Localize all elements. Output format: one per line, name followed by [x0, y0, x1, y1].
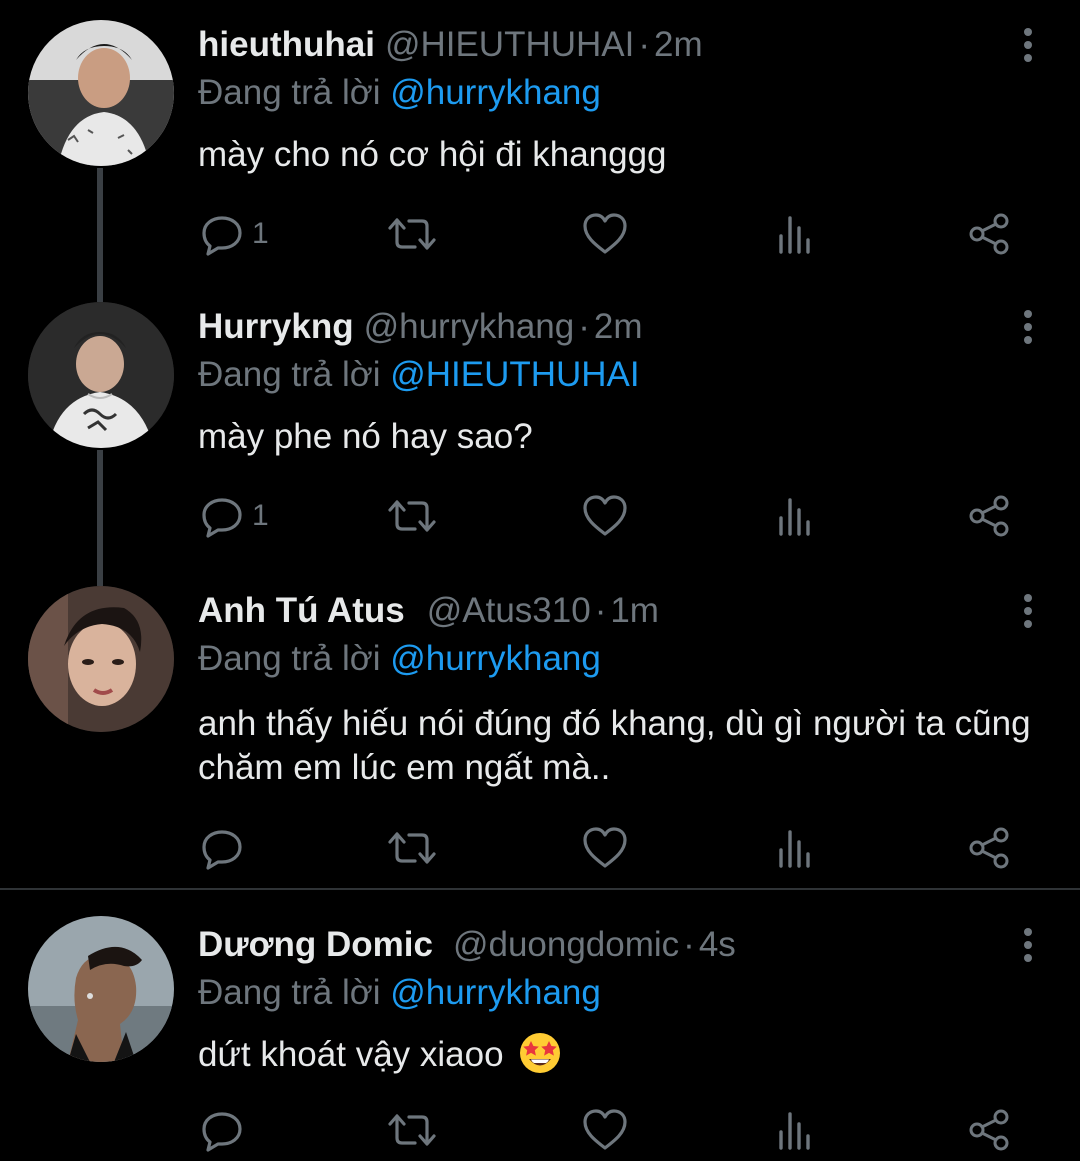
mention-link[interactable]: @hurrykhang	[390, 73, 601, 112]
views-button[interactable]	[777, 824, 817, 872]
share-icon	[969, 213, 1009, 255]
more-options-icon[interactable]	[1016, 928, 1040, 962]
tweet-text-container: dứt khoát vậy xiaoo	[198, 1032, 1038, 1078]
reply-button[interactable]: 1	[200, 492, 269, 540]
retweet-button[interactable]	[387, 210, 437, 258]
timestamp[interactable]: 1m	[610, 591, 659, 630]
more-options-icon[interactable]	[1016, 28, 1040, 62]
display-name[interactable]: Anh Tú Atus	[198, 591, 405, 630]
like-button[interactable]	[582, 824, 628, 872]
views-button[interactable]	[777, 210, 817, 258]
section-divider	[0, 888, 1080, 890]
replying-to-label: Đang trả lời	[198, 355, 381, 394]
tweet-header: Hurrykng @hurrykhang · 2m	[198, 304, 643, 350]
display-name[interactable]: Dương Domic	[198, 925, 433, 964]
reply-icon	[202, 830, 242, 870]
views-button[interactable]	[777, 492, 817, 540]
tweet-header: Dương Domic @duongdomic · 4s	[198, 922, 736, 968]
timestamp[interactable]: 2m	[654, 25, 703, 64]
tweet-actions: 1	[0, 492, 1080, 540]
replying-to-label: Đang trả lời	[198, 973, 381, 1012]
avatar[interactable]	[28, 586, 174, 732]
tweet[interactable]: Dương Domic @duongdomic · 4s Đang trả lời @…	[0, 900, 1080, 1161]
reply-count: 1	[252, 217, 269, 250]
share-button[interactable]	[967, 824, 1011, 872]
retweet-icon	[388, 1114, 436, 1146]
views-icon	[779, 1112, 810, 1150]
user-handle[interactable]: @HIEUTHUHAI	[385, 25, 634, 64]
reply-icon	[202, 1112, 242, 1152]
reply-icon	[202, 498, 242, 538]
tweet[interactable]: hieuthuhai @HIEUTHUHAI · 2m Đang trả lời @h…	[0, 0, 1080, 282]
tweet-text: dứt khoát vậy xiaoo	[198, 1035, 504, 1074]
views-icon	[779, 498, 810, 536]
replying-to: Đang trả lời @hurrykhang	[198, 970, 601, 1016]
share-icon	[969, 1109, 1009, 1151]
timestamp[interactable]: 4s	[699, 925, 736, 964]
tweet[interactable]: Hurrykng @hurrykhang · 2m Đang trả lời @HIE…	[0, 282, 1080, 566]
retweet-icon	[388, 218, 436, 250]
more-options-icon[interactable]	[1016, 310, 1040, 344]
separator: ·	[594, 591, 607, 630]
mention-link[interactable]: @HIEUTHUHAI	[390, 355, 639, 394]
avatar[interactable]	[28, 20, 174, 166]
like-icon	[583, 213, 627, 254]
replying-to: Đang trả lời @hurrykhang	[198, 70, 601, 116]
display-name[interactable]: Hurrykng	[198, 307, 354, 346]
replying-to-label: Đang trả lời	[198, 73, 381, 112]
star-struck-emoji	[520, 1033, 561, 1073]
tweet-actions: 1	[0, 210, 1080, 258]
tweet-text: mày cho nó cơ hội đi khanggg	[198, 135, 667, 174]
user-handle[interactable]: @duongdomic	[453, 925, 679, 964]
like-icon	[583, 1109, 627, 1150]
share-icon	[969, 827, 1009, 869]
separator: ·	[578, 307, 590, 346]
tweet-actions	[0, 824, 1080, 872]
views-icon	[779, 216, 810, 254]
retweet-icon	[388, 500, 436, 532]
separator: ·	[683, 925, 695, 964]
display-name[interactable]: hieuthuhai	[198, 25, 375, 64]
share-button[interactable]	[967, 210, 1011, 258]
user-handle[interactable]: @hurrykhang	[364, 307, 575, 346]
avatar[interactable]	[28, 916, 174, 1062]
tweet-header: hieuthuhai @HIEUTHUHAI · 2m	[198, 22, 703, 68]
retweet-button[interactable]	[387, 824, 437, 872]
like-button[interactable]	[582, 210, 628, 258]
reply-count: 1	[252, 499, 269, 532]
like-button[interactable]	[582, 492, 628, 540]
tweet-text: mày phe nó hay sao?	[198, 417, 533, 456]
like-button[interactable]	[582, 1106, 628, 1154]
reply-button[interactable]	[200, 1106, 252, 1154]
share-button[interactable]	[967, 1106, 1011, 1154]
retweet-button[interactable]	[387, 1106, 437, 1154]
replying-to-label: Đang trả lời	[198, 639, 381, 678]
tweet-header: Anh Tú Atus @Atus310 · 1m	[198, 588, 659, 634]
tweet[interactable]: Anh Tú Atus @Atus310 · 1m Đang trả lời @hur…	[0, 566, 1080, 888]
retweet-icon	[388, 832, 436, 864]
reply-button[interactable]	[200, 824, 252, 872]
views-icon	[779, 830, 810, 868]
replying-to: Đang trả lời @hurrykhang	[198, 636, 601, 682]
tweet-actions	[0, 1106, 1080, 1154]
reply-thread: hieuthuhai @HIEUTHUHAI · 2m Đang trả lời @h…	[0, 0, 1080, 1161]
user-handle[interactable]: @Atus310	[427, 591, 591, 630]
views-button[interactable]	[777, 1106, 817, 1154]
more-options-icon[interactable]	[1016, 594, 1040, 628]
mention-link[interactable]: @hurrykhang	[390, 973, 601, 1012]
separator: ·	[638, 25, 651, 64]
like-icon	[583, 495, 627, 536]
replying-to: Đang trả lời @HIEUTHUHAI	[198, 352, 640, 398]
share-icon	[969, 495, 1009, 537]
share-button[interactable]	[967, 492, 1011, 540]
avatar[interactable]	[28, 302, 174, 448]
retweet-button[interactable]	[387, 492, 437, 540]
reply-button[interactable]: 1	[200, 210, 269, 258]
tweet-text: anh thấy hiếu nói đúng đó khang, dù gì n…	[198, 704, 1031, 787]
reply-icon	[202, 216, 242, 256]
like-icon	[583, 827, 627, 868]
timestamp[interactable]: 2m	[594, 307, 643, 346]
mention-link[interactable]: @hurrykhang	[390, 639, 601, 678]
